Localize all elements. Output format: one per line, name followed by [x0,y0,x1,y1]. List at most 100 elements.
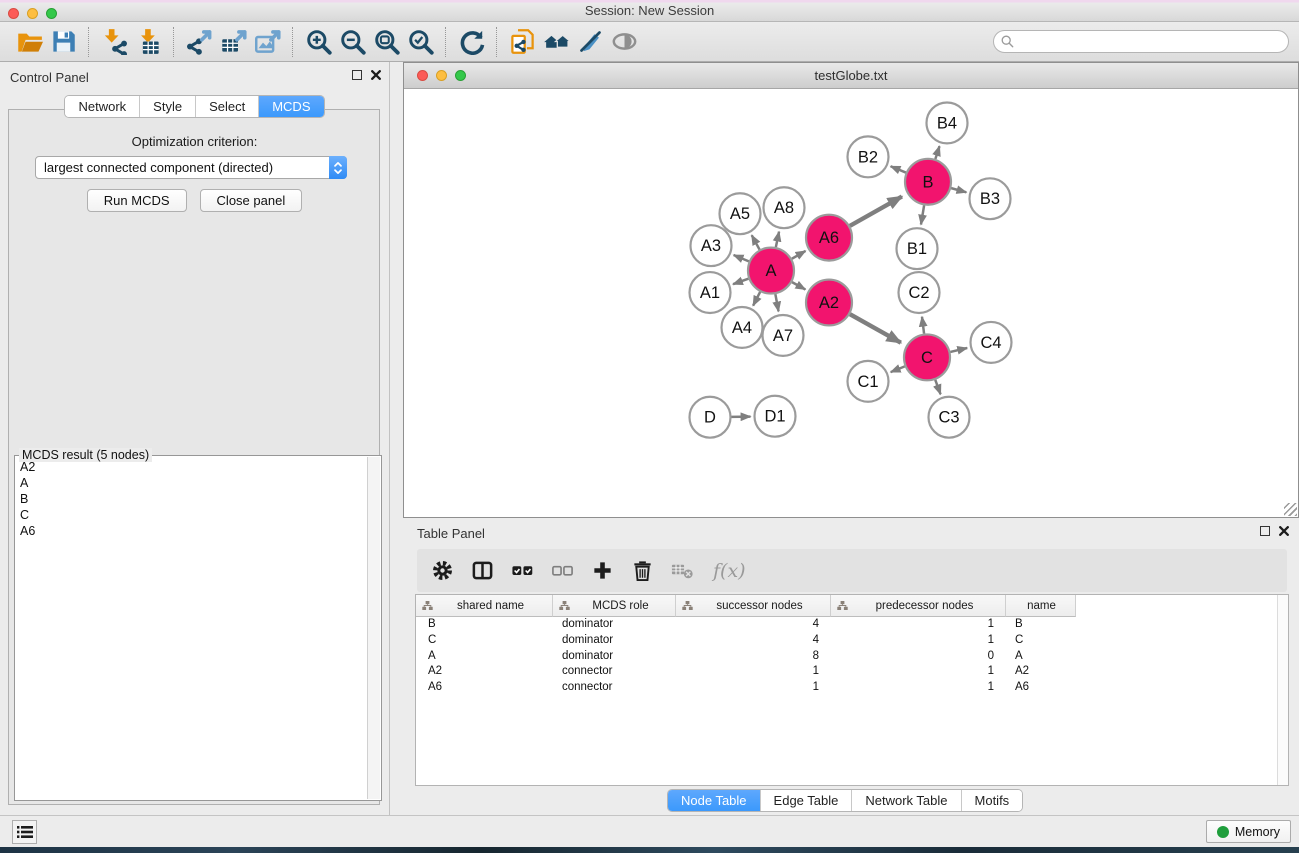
table-scrollbar[interactable] [1277,595,1288,785]
column-header-name[interactable]: name [1006,595,1076,617]
tab-motifs[interactable]: Motifs [961,790,1023,811]
resize-grip-icon[interactable] [1284,503,1297,516]
table-row[interactable]: A6connector11A6 [416,680,1288,696]
table-cell[interactable]: 4 [676,633,831,649]
node-A6[interactable]: A6 [806,215,852,261]
node-A1[interactable]: A1 [690,272,731,313]
tab-node-table[interactable]: Node Table [668,790,760,811]
table-cell[interactable]: A [416,649,553,665]
result-item[interactable]: B [16,491,367,507]
result-item[interactable]: C [16,507,367,523]
node-B1[interactable]: B1 [897,228,938,269]
result-item[interactable]: A2 [16,459,367,475]
edge-C-C4[interactable] [950,348,967,352]
table-cell[interactable]: dominator [553,633,676,649]
edge-A-A4[interactable] [753,292,760,306]
table-row[interactable]: Bdominator41B [416,617,1288,633]
result-item[interactable]: A [16,475,367,491]
edge-B-B3[interactable] [951,188,966,192]
node-A4[interactable]: A4 [722,307,763,348]
table-cell[interactable]: dominator [553,617,676,633]
import-table-button[interactable] [131,26,165,58]
edge-A6-B[interactable] [850,197,902,226]
node-B3[interactable]: B3 [970,178,1011,219]
column-header-successor-nodes[interactable]: successor nodes [676,595,831,617]
edge-A-A2[interactable] [792,282,805,289]
export-image-button[interactable] [250,26,284,58]
table-cell[interactable]: B [1006,617,1076,633]
import-network-button[interactable] [97,26,131,58]
edge-C-C2[interactable] [922,317,924,334]
column-header-shared-name[interactable]: shared name [416,595,553,617]
float-panel-icon[interactable] [352,70,362,80]
table-row[interactable]: Adominator80A [416,649,1288,665]
deselect-all-rows-button[interactable] [549,558,575,584]
delete-columns-button[interactable] [629,558,655,584]
node-C4[interactable]: C4 [971,322,1012,363]
mcds-result-list[interactable]: A2ABCA6 [16,459,367,799]
table-cell[interactable]: 1 [831,633,1006,649]
table-cell[interactable]: B [416,617,553,633]
edge-B-B4[interactable] [935,146,939,159]
run-mcds-button[interactable]: Run MCDS [87,189,187,212]
select-all-rows-button[interactable] [509,558,535,584]
edge-B-B2[interactable] [891,166,906,172]
table-settings-button[interactable] [429,558,455,584]
table-cell[interactable]: 1 [831,617,1006,633]
hide-annotations-button[interactable] [573,26,607,58]
table-cell[interactable]: C [1006,633,1076,649]
edge-A-A3[interactable] [734,255,749,261]
table-row[interactable]: Cdominator41C [416,633,1288,649]
close-panel-icon[interactable] [371,70,381,80]
close-table-panel-icon[interactable] [1279,526,1289,536]
zoom-fit-button[interactable] [369,26,403,58]
tab-edge-table[interactable]: Edge Table [760,790,852,811]
node-C2[interactable]: C2 [899,272,940,313]
table-cell[interactable]: 1 [831,680,1006,696]
tab-select[interactable]: Select [195,96,258,117]
edge-A-A1[interactable] [733,279,748,285]
table-cell[interactable]: connector [553,664,676,680]
edge-A-A5[interactable] [752,235,760,249]
save-session-button[interactable] [46,26,80,58]
edge-A-A6[interactable] [792,251,806,259]
table-cell[interactable]: 1 [676,664,831,680]
clone-network-button[interactable] [505,26,539,58]
node-B[interactable]: B [905,159,951,205]
table-cell[interactable]: A6 [1006,680,1076,696]
network-canvas[interactable]: AA1A2A3A4A5A6A7A8BB1B2B3B4CC1C2C3C4DD1 [404,89,1298,517]
edge-A-A8[interactable] [776,232,779,247]
node-D1[interactable]: D1 [755,396,796,437]
search-input[interactable] [1014,32,1288,51]
table-cell[interactable]: 8 [676,649,831,665]
table-cell[interactable]: 4 [676,617,831,633]
edge-A-A7[interactable] [775,294,778,311]
node-C3[interactable]: C3 [929,397,970,438]
task-history-button[interactable] [12,820,37,844]
search-box[interactable] [993,30,1289,53]
node-B4[interactable]: B4 [927,102,968,143]
table-row[interactable]: A2connector11A2 [416,664,1288,680]
export-network-button[interactable] [182,26,216,58]
table-cell[interactable]: C [416,633,553,649]
node-A3[interactable]: A3 [691,225,732,266]
network-graph[interactable]: AA1A2A3A4A5A6A7A8BB1B2B3B4CC1C2C3C4DD1 [404,89,1298,517]
table-cell[interactable]: connector [553,680,676,696]
edge-C-C3[interactable] [935,380,940,394]
table-cell[interactable]: dominator [553,649,676,665]
toggle-split-view-button[interactable] [469,558,495,584]
tab-network-table[interactable]: Network Table [851,790,960,811]
node-B2[interactable]: B2 [848,136,889,177]
node-A8[interactable]: A8 [764,187,805,228]
column-header-predecessor-nodes[interactable]: predecessor nodes [831,595,1006,617]
column-header-MCDS-role[interactable]: MCDS role [553,595,676,617]
tab-style[interactable]: Style [139,96,195,117]
table-cell[interactable]: A6 [416,680,553,696]
table-cell[interactable]: A2 [416,664,553,680]
node-A[interactable]: A [748,248,794,294]
export-table-button[interactable] [216,26,250,58]
float-table-panel-icon[interactable] [1260,526,1270,536]
criterion-dropdown[interactable]: largest connected component (directed) [35,156,347,179]
network-window-titlebar[interactable]: testGlobe.txt [404,63,1298,89]
edge-B-B1[interactable] [921,205,924,224]
